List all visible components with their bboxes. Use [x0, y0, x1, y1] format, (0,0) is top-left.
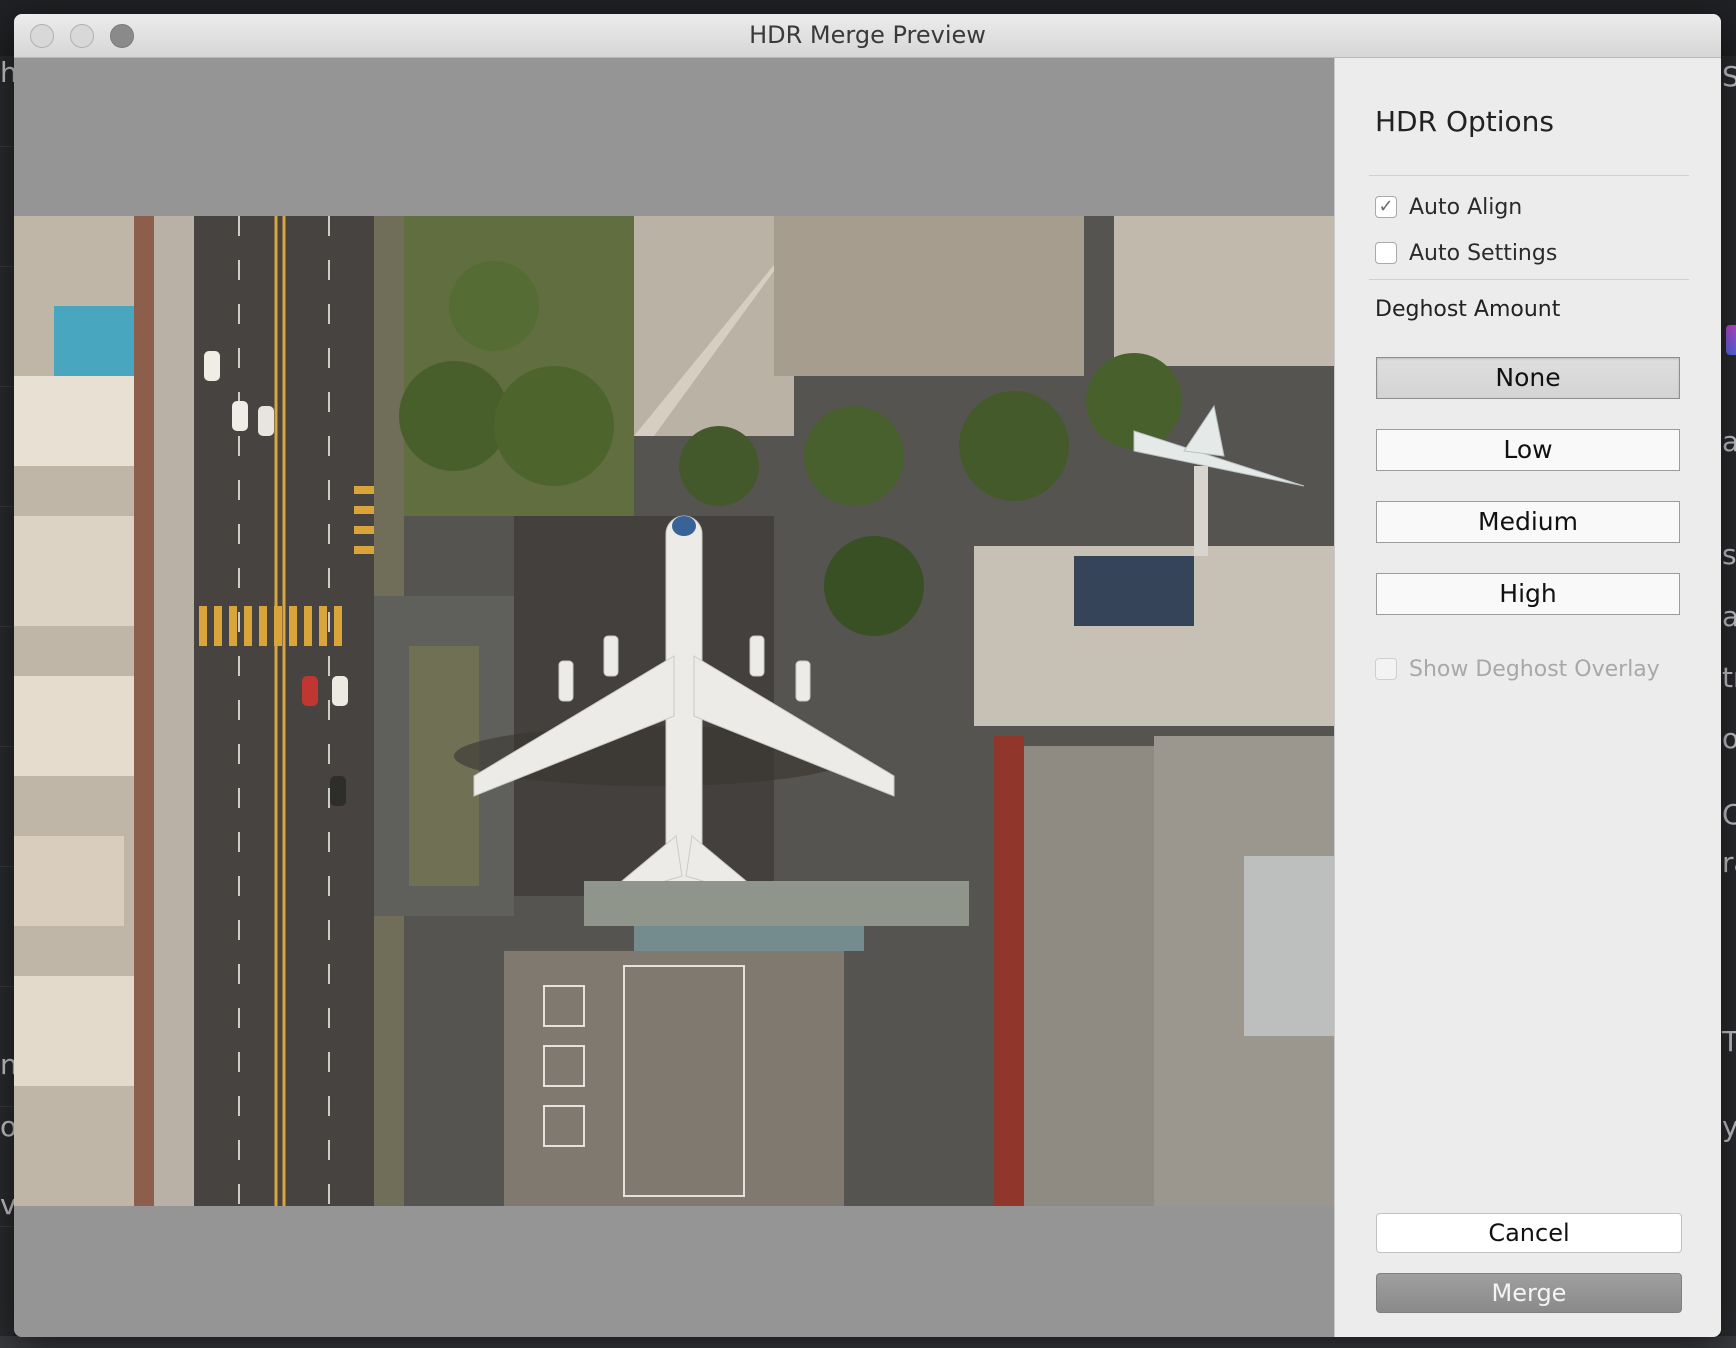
background-text-fragment: ra — [1722, 846, 1736, 879]
deghost-low-button[interactable]: Low — [1376, 429, 1680, 471]
background-left-strip — [0, 56, 14, 1346]
hdr-merge-dialog: HDR Merge Preview HDR Options ✓ Auto Ali… — [14, 14, 1721, 1337]
background-text-fragment: Cla — [1722, 798, 1736, 831]
background-text-fragment: tr — [1722, 661, 1736, 694]
show-deghost-overlay-checkbox[interactable] — [1375, 658, 1397, 680]
background-text-fragment: al — [1722, 600, 1736, 633]
separator — [1369, 279, 1689, 280]
background-text-fragment: y — [1722, 1110, 1736, 1143]
show-deghost-overlay-option[interactable]: Show Deghost Overlay — [1375, 654, 1660, 684]
background-text-fragment: al — [1722, 425, 1736, 458]
background-text-fragment: Ta — [1722, 1025, 1736, 1058]
separator — [1369, 175, 1689, 176]
auto-align-label: Auto Align — [1409, 194, 1523, 220]
background-text-fragment: S — [1722, 60, 1736, 93]
merge-button[interactable]: Merge — [1376, 1273, 1682, 1313]
auto-settings-label: Auto Settings — [1409, 240, 1558, 266]
auto-settings-option[interactable]: Auto Settings — [1375, 238, 1557, 268]
auto-settings-checkbox[interactable] — [1375, 242, 1397, 264]
show-deghost-overlay-label: Show Deghost Overlay — [1409, 656, 1660, 682]
window-title: HDR Merge Preview — [749, 21, 986, 49]
background-filmstrip-edge — [0, 1336, 1736, 1348]
panel-title: HDR Options — [1375, 105, 1555, 138]
aerial-airplane-photo — [14, 216, 1334, 1206]
deghost-high-button[interactable]: High — [1376, 573, 1680, 615]
background-text-fragment: s — [1722, 538, 1736, 571]
background-text-fragment: o — [1722, 722, 1736, 755]
merge-preview-area — [14, 58, 1334, 1337]
background-right-strip — [1720, 56, 1736, 1346]
cancel-button[interactable]: Cancel — [1376, 1213, 1682, 1253]
background-accent — [1726, 325, 1736, 355]
deghost-amount-label: Deghost Amount — [1375, 297, 1561, 322]
deghost-medium-button[interactable]: Medium — [1376, 501, 1680, 543]
title-bar: HDR Merge Preview — [14, 14, 1721, 58]
auto-align-checkbox[interactable] — [1375, 196, 1397, 218]
auto-align-option[interactable]: Auto Align — [1375, 192, 1522, 222]
hdr-options-panel: HDR Options Auto Align Auto Settings Deg… — [1334, 58, 1721, 1337]
deghost-none-button[interactable]: None — [1376, 357, 1680, 399]
